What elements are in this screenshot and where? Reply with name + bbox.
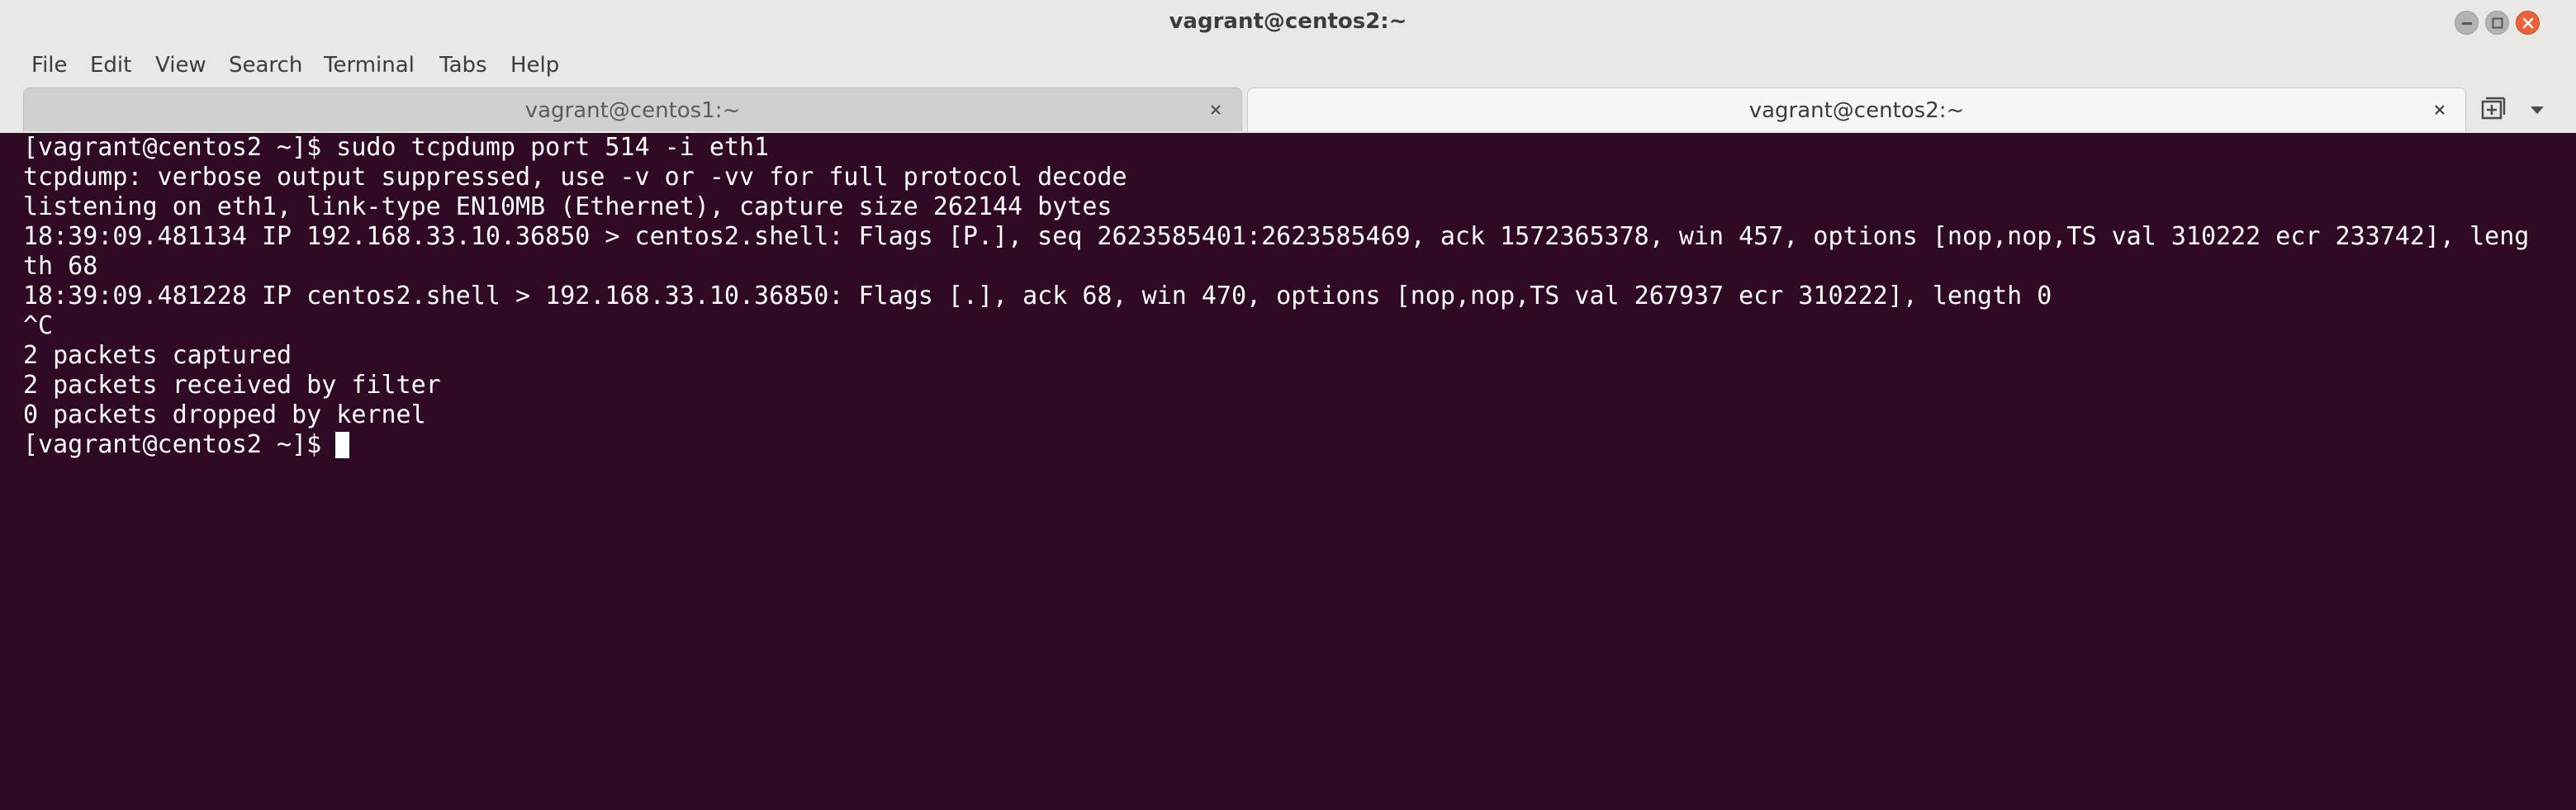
window-title: vagrant@centos2:~ — [1169, 9, 1407, 34]
terminal-prompt: [vagrant@centos2 ~]$ — [23, 430, 337, 459]
tab-label: vagrant@centos1:~ — [524, 98, 741, 123]
maximize-icon — [2492, 17, 2503, 29]
terminal-output[interactable]: [vagrant@centos2 ~]$ sudo tcpdump port 5… — [0, 133, 2576, 810]
terminal-line: listening on eth1, link-type EN10MB (Eth… — [23, 192, 1112, 221]
tab-bar: vagrant@centos1:~ vagrant@centos2:~ — [0, 86, 2576, 133]
terminal-line: [vagrant@centos2 ~]$ sudo tcpdump port 5… — [23, 133, 770, 162]
tab-centos2[interactable]: vagrant@centos2:~ — [1247, 88, 2466, 131]
new-tab-icon[interactable] — [2478, 93, 2511, 126]
terminal-line: tcpdump: verbose output suppressed, use … — [23, 163, 1127, 192]
menu-terminal[interactable]: Terminal — [324, 53, 415, 78]
terminal-line: 18:39:09.481228 IP centos2.shell > 192.1… — [23, 282, 2052, 310]
minimize-button[interactable] — [2455, 11, 2479, 35]
menu-bar: File Edit View Search Terminal Tabs Help — [0, 46, 2576, 86]
terminal-line: 2 packets captured — [23, 341, 292, 370]
terminal-window: vagrant@centos2:~ File Edit View Search … — [0, 0, 2576, 810]
menu-file[interactable]: File — [31, 53, 68, 78]
title-bar[interactable]: vagrant@centos2:~ — [0, 0, 2576, 46]
close-window-button[interactable] — [2516, 11, 2540, 35]
menu-help[interactable]: Help — [510, 53, 559, 78]
minimize-icon — [2462, 22, 2472, 25]
menu-view[interactable]: View — [155, 53, 206, 78]
close-icon[interactable] — [2432, 102, 2447, 117]
close-icon — [2522, 17, 2534, 29]
menu-edit[interactable]: Edit — [90, 53, 131, 78]
chevron-down-icon[interactable] — [2521, 93, 2554, 126]
terminal-line: 18:39:09.481134 IP 192.168.33.10.36850 >… — [23, 222, 2530, 251]
terminal-line: 2 packets received by filter — [23, 371, 441, 400]
tab-centos1[interactable]: vagrant@centos1:~ — [23, 88, 1242, 131]
menu-search[interactable]: Search — [229, 53, 302, 78]
menu-tabs[interactable]: Tabs — [439, 53, 487, 78]
text-cursor — [335, 432, 349, 458]
terminal-line: ^C — [23, 311, 54, 340]
tab-label: vagrant@centos2:~ — [1748, 98, 1965, 123]
maximize-button[interactable] — [2485, 11, 2509, 35]
close-icon[interactable] — [1208, 102, 1223, 117]
terminal-line: th 68 — [23, 252, 98, 281]
terminal-line: 0 packets dropped by kernel — [23, 400, 426, 429]
